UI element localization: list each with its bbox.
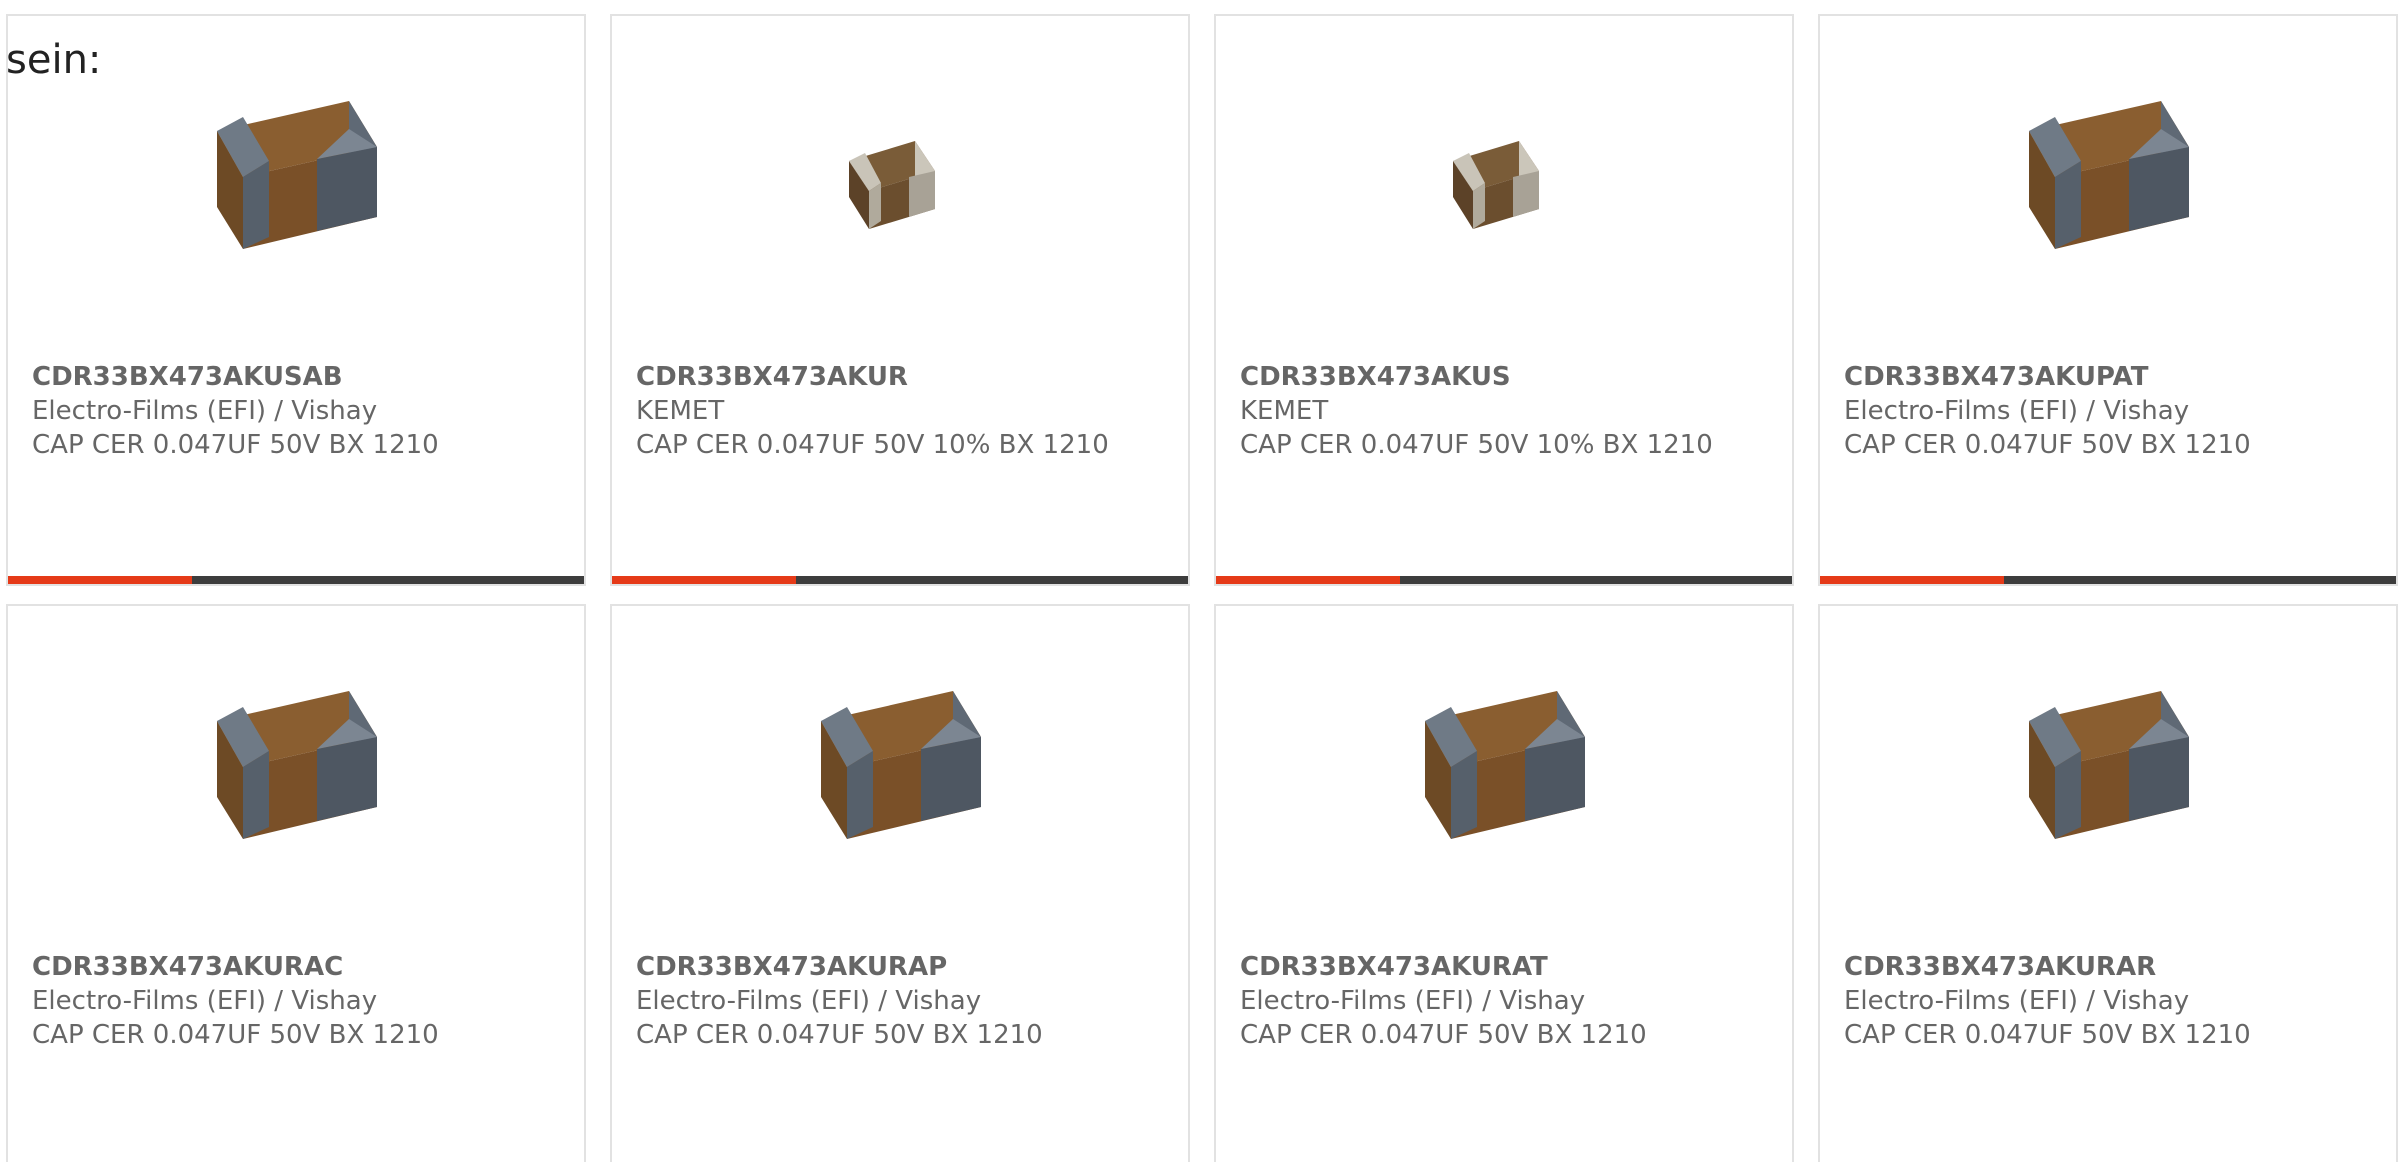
product-image[interactable] bbox=[798, 84, 998, 284]
progress-fill bbox=[1216, 576, 1401, 584]
description: CAP CER 0.047UF 50V BX 1210 bbox=[1844, 1020, 2251, 1050]
part-number[interactable]: CDR33BX473AKUS bbox=[1240, 360, 1740, 394]
product-grid: CDR33BX473AKUSAB Electro-Films (EFI) / V… bbox=[6, 14, 2398, 1162]
mlcc-capacitor-brown-icon bbox=[2011, 89, 2201, 279]
progress-bar bbox=[1820, 576, 2396, 584]
part-number[interactable]: CDR33BX473AKUSAB bbox=[32, 360, 532, 394]
product-image[interactable] bbox=[2006, 84, 2206, 284]
progress-bar bbox=[612, 576, 1188, 584]
product-card[interactable]: CDR33BX473AKUS KEMET CAP CER 0.047UF 50V… bbox=[1214, 14, 1794, 586]
part-number[interactable]: CDR33BX473AKURAP bbox=[636, 950, 1136, 984]
mlcc-capacitor-brown-icon bbox=[199, 679, 389, 869]
part-number[interactable]: CDR33BX473AKURAT bbox=[1240, 950, 1740, 984]
manufacturer: Electro-Films (EFI) / Vishay bbox=[1240, 986, 1586, 1016]
product-card[interactable]: CDR33BX473AKURAT Electro-Films (EFI) / V… bbox=[1214, 604, 1794, 1162]
description: CAP CER 0.047UF 50V 10% BX 1210 bbox=[1240, 430, 1713, 460]
product-info: CDR33BX473AKUPAT Electro-Films (EFI) / V… bbox=[1844, 360, 2344, 462]
manufacturer: Electro-Films (EFI) / Vishay bbox=[32, 986, 378, 1016]
product-image[interactable] bbox=[1402, 84, 1602, 284]
part-number[interactable]: CDR33BX473AKUR bbox=[636, 360, 1136, 394]
product-info: CDR33BX473AKUS KEMET CAP CER 0.047UF 50V… bbox=[1240, 360, 1740, 462]
product-image[interactable] bbox=[798, 674, 998, 874]
description: CAP CER 0.047UF 50V BX 1210 bbox=[1844, 430, 2251, 460]
product-card[interactable]: CDR33BX473AKUSAB Electro-Films (EFI) / V… bbox=[6, 14, 586, 586]
product-card[interactable]: CDR33BX473AKURAP Electro-Films (EFI) / V… bbox=[610, 604, 1190, 1162]
progress-track bbox=[192, 576, 584, 584]
product-info: CDR33BX473AKURAT Electro-Films (EFI) / V… bbox=[1240, 950, 1740, 1052]
product-info: CDR33BX473AKUR KEMET CAP CER 0.047UF 50V… bbox=[636, 360, 1136, 462]
mlcc-capacitor-small-icon bbox=[1407, 89, 1597, 279]
product-info: CDR33BX473AKUSAB Electro-Films (EFI) / V… bbox=[32, 360, 532, 462]
progress-track bbox=[1400, 576, 1792, 584]
product-card[interactable]: CDR33BX473AKURAR Electro-Films (EFI) / V… bbox=[1818, 604, 2398, 1162]
part-number[interactable]: CDR33BX473AKURAR bbox=[1844, 950, 2344, 984]
manufacturer: KEMET bbox=[1240, 396, 1329, 426]
product-info: CDR33BX473AKURAR Electro-Films (EFI) / V… bbox=[1844, 950, 2344, 1052]
product-info: CDR33BX473AKURAC Electro-Films (EFI) / V… bbox=[32, 950, 532, 1052]
product-info: CDR33BX473AKURAP Electro-Films (EFI) / V… bbox=[636, 950, 1136, 1052]
description: CAP CER 0.047UF 50V BX 1210 bbox=[1240, 1020, 1647, 1050]
product-card[interactable]: CDR33BX473AKUR KEMET CAP CER 0.047UF 50V… bbox=[610, 14, 1190, 586]
product-card[interactable]: CDR33BX473AKURAC Electro-Films (EFI) / V… bbox=[6, 604, 586, 1162]
manufacturer: Electro-Films (EFI) / Vishay bbox=[1844, 986, 2190, 1016]
mlcc-capacitor-brown-icon bbox=[2011, 679, 2201, 869]
part-number[interactable]: CDR33BX473AKUPAT bbox=[1844, 360, 2344, 394]
product-image[interactable] bbox=[194, 674, 394, 874]
description: CAP CER 0.047UF 50V BX 1210 bbox=[32, 430, 439, 460]
mlcc-capacitor-brown-icon bbox=[803, 679, 993, 869]
manufacturer: Electro-Films (EFI) / Vishay bbox=[1844, 396, 2190, 426]
description: CAP CER 0.047UF 50V BX 1210 bbox=[636, 1020, 1043, 1050]
manufacturer: Electro-Films (EFI) / Vishay bbox=[32, 396, 378, 426]
description: CAP CER 0.047UF 50V BX 1210 bbox=[32, 1020, 439, 1050]
progress-fill bbox=[612, 576, 797, 584]
mlcc-capacitor-brown-icon bbox=[1407, 679, 1597, 869]
progress-track bbox=[2004, 576, 2396, 584]
product-image[interactable] bbox=[1402, 674, 1602, 874]
progress-bar bbox=[1216, 576, 1792, 584]
progress-fill bbox=[1820, 576, 2005, 584]
progress-fill bbox=[8, 576, 193, 584]
product-image[interactable] bbox=[194, 84, 394, 284]
manufacturer: KEMET bbox=[636, 396, 725, 426]
manufacturer: Electro-Films (EFI) / Vishay bbox=[636, 986, 982, 1016]
product-image[interactable] bbox=[2006, 674, 2206, 874]
mlcc-capacitor-brown-icon bbox=[199, 89, 389, 279]
mlcc-capacitor-small-icon bbox=[803, 89, 993, 279]
part-number[interactable]: CDR33BX473AKURAC bbox=[32, 950, 532, 984]
description: CAP CER 0.047UF 50V 10% BX 1210 bbox=[636, 430, 1109, 460]
progress-bar bbox=[8, 576, 584, 584]
intro-text: sein: bbox=[6, 37, 102, 83]
progress-track bbox=[796, 576, 1188, 584]
product-card[interactable]: CDR33BX473AKUPAT Electro-Films (EFI) / V… bbox=[1818, 14, 2398, 586]
